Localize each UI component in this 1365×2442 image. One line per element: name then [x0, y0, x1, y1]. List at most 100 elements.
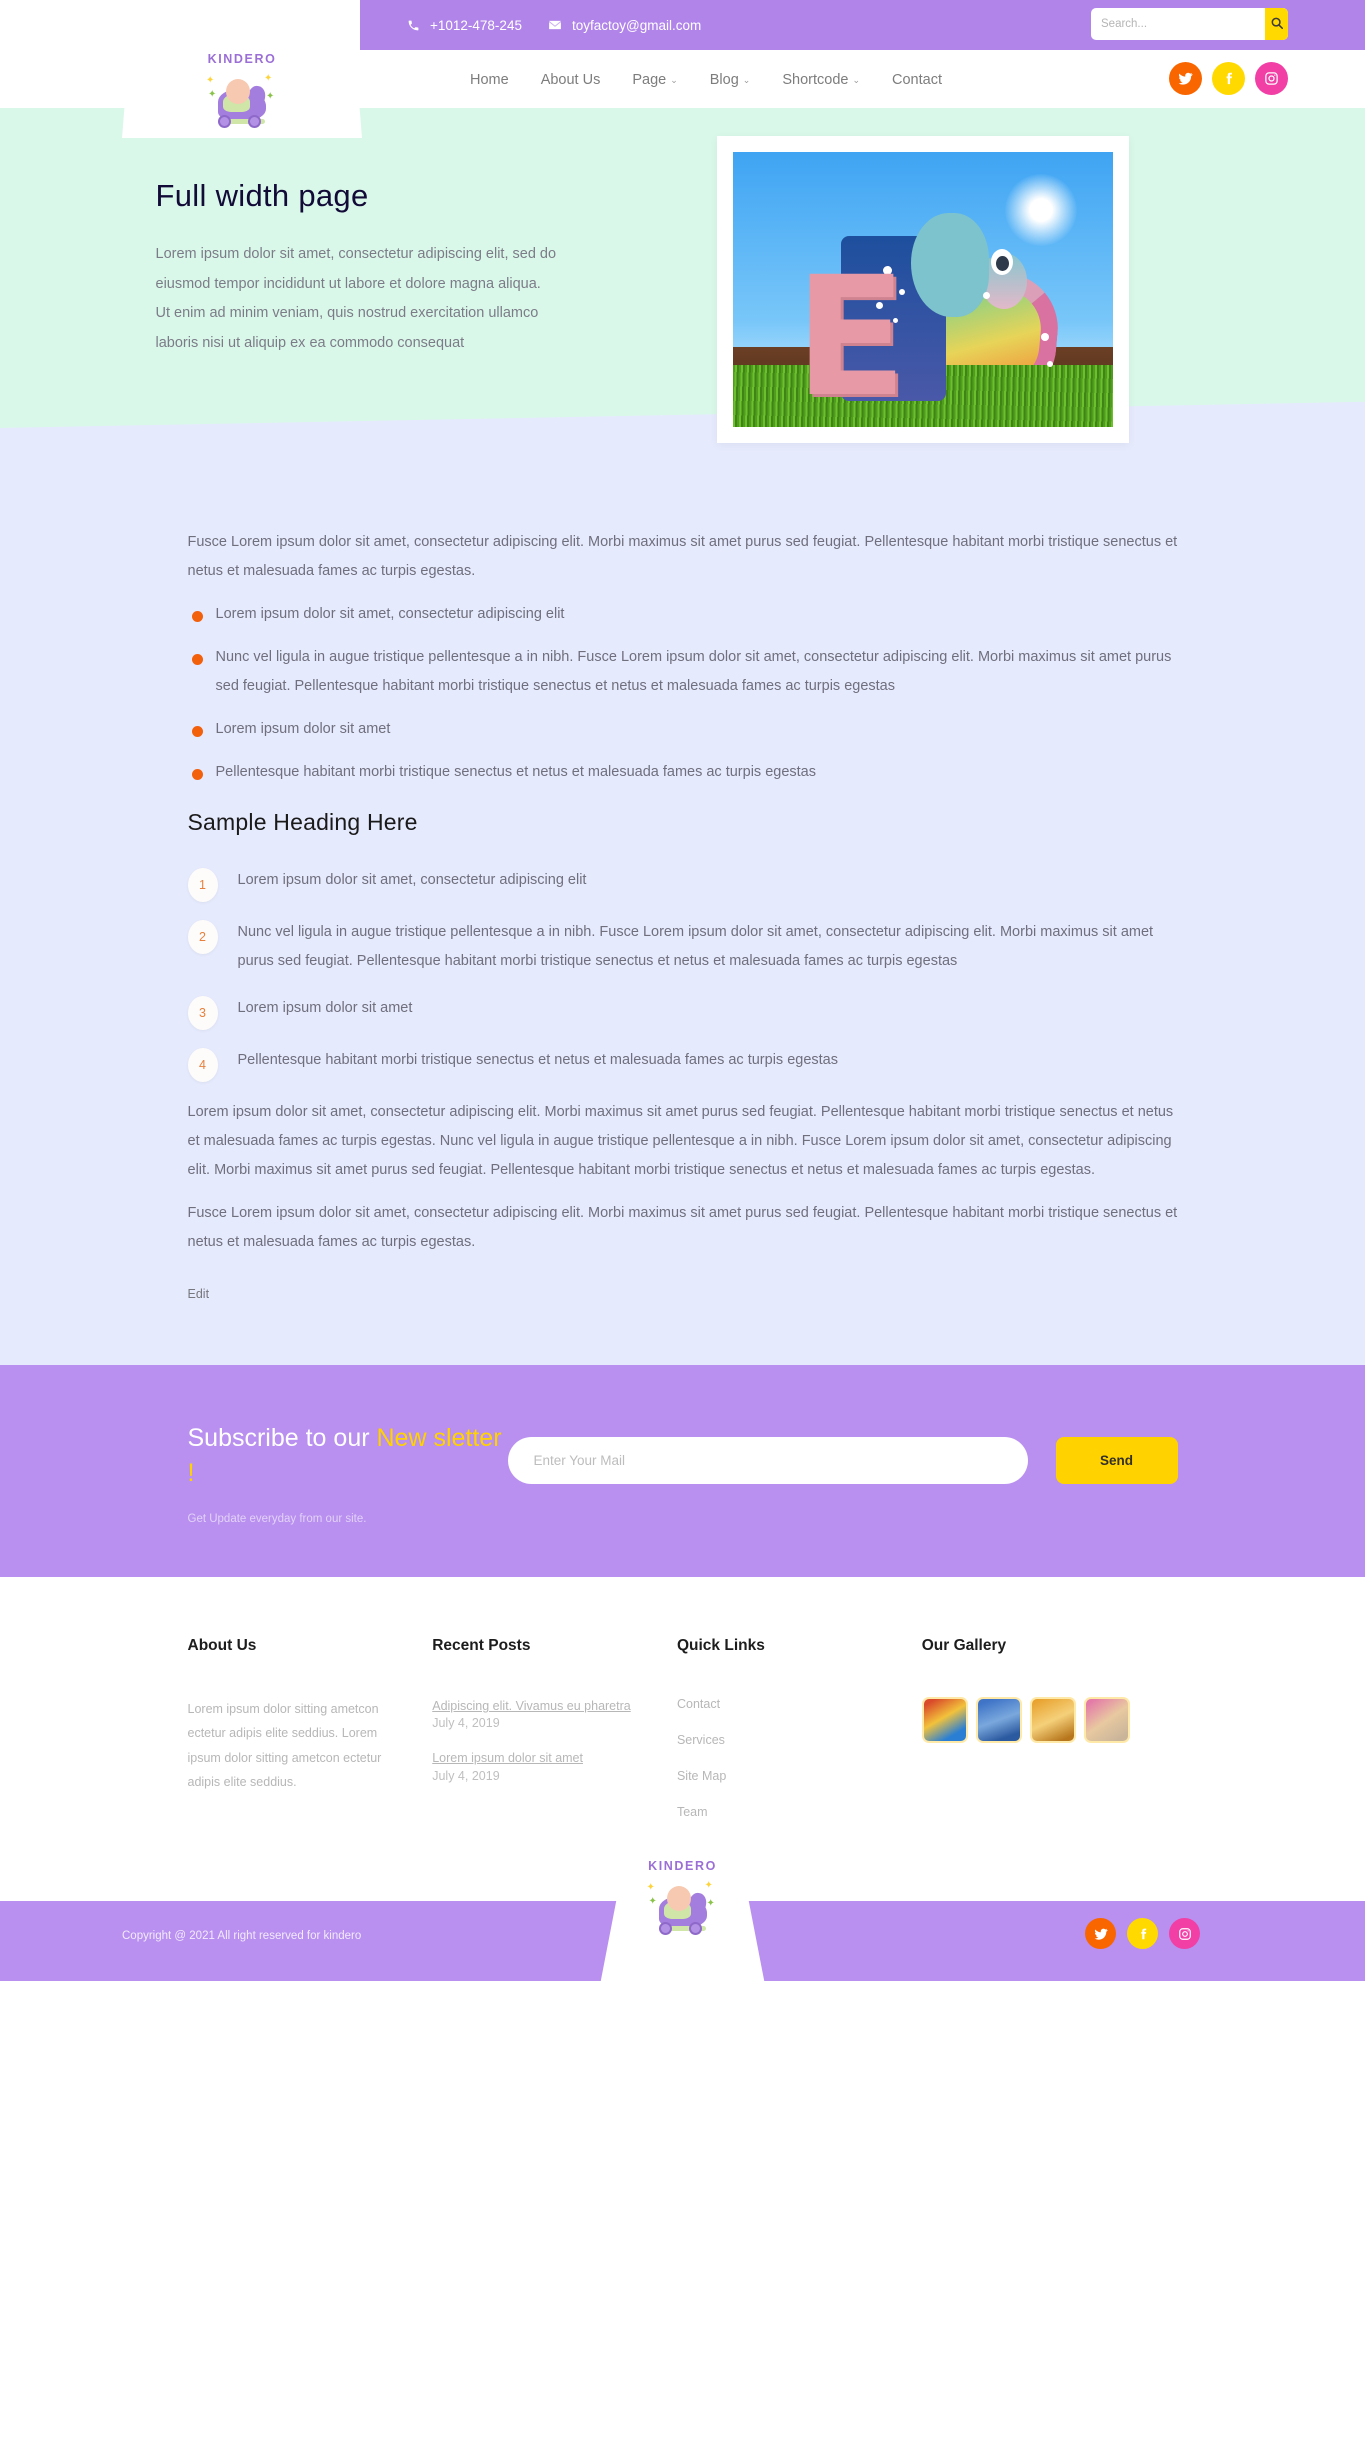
- list-item-text: Lorem ipsum dolor sit amet: [237, 1000, 413, 1016]
- quick-link-services[interactable]: Services: [677, 1733, 898, 1747]
- facebook-link[interactable]: [1127, 1918, 1158, 1949]
- recent-post-date: July 4, 2019: [432, 1716, 500, 1731]
- gallery-grid: [921, 1697, 1154, 1743]
- hero-image-frame: E: [716, 136, 1129, 443]
- recent-post-date: July 4, 2019: [432, 1768, 500, 1783]
- list-item: Lorem ipsum dolor sit amet, consectetur …: [188, 600, 1178, 629]
- star-icon: ✦: [208, 89, 217, 100]
- brand-name: KINDERO: [207, 52, 277, 66]
- star-icon: ✦: [706, 1898, 715, 1909]
- quick-link-contact[interactable]: Contact: [677, 1697, 898, 1711]
- edit-link[interactable]: Edit: [188, 1287, 210, 1301]
- hero-text-block: Full width page Lorem ipsum dolor sit am…: [78, 108, 558, 443]
- newsletter-subtitle: Get Update everyday from our site.: [187, 1513, 367, 1525]
- nav-item-blog[interactable]: Blog ⌄: [710, 72, 751, 88]
- footer-social-links: [1085, 1918, 1200, 1949]
- quick-link-team[interactable]: Team: [677, 1805, 898, 1819]
- newsletter-title-part1: Subscribe to our: [187, 1424, 377, 1452]
- list-item-text: Nunc vel ligula in augue tristique pelle…: [237, 924, 1154, 969]
- nav-item-page[interactable]: Page ⌄: [632, 72, 677, 88]
- content-container: Fusce Lorem ipsum dolor sit amet, consec…: [78, 528, 1288, 1303]
- facebook-link[interactable]: [1212, 62, 1245, 95]
- copyright-text: Copyright @ 2021 All right reserved for …: [122, 1930, 362, 1942]
- newsletter-inner: Subscribe to our New sletter ! Get Updat…: [78, 1415, 1288, 1525]
- star-icon: ✦: [266, 91, 275, 102]
- phone-contact[interactable]: +1012-478-245: [406, 18, 522, 33]
- footer-column-about: About Us Lorem ipsum dolor sitting ametc…: [188, 1637, 433, 1841]
- nav-item-about-us[interactable]: About Us: [541, 72, 601, 88]
- star-icon: ✦: [264, 73, 273, 84]
- instagram-link[interactable]: [1255, 62, 1288, 95]
- newsletter-text-block: Subscribe to our New sletter ! Get Updat…: [188, 1415, 508, 1525]
- list-item-text: Lorem ipsum dolor sit amet, consectetur …: [237, 872, 587, 888]
- search-button[interactable]: [1265, 8, 1288, 40]
- twitter-link[interactable]: [1169, 62, 1202, 95]
- sun-icon: [1004, 174, 1077, 246]
- body-paragraph-2: Fusce Lorem ipsum dolor sit amet, consec…: [187, 1205, 1178, 1250]
- hero-section: Full width page Lorem ipsum dolor sit am…: [0, 108, 1365, 468]
- nav-item-contact[interactable]: Contact: [892, 72, 942, 88]
- body-paragraph-1: Lorem ipsum dolor sit amet, consectetur …: [187, 1104, 1174, 1178]
- star-icon: ✦: [704, 1880, 713, 1891]
- newsletter-form: Send: [507, 1415, 1178, 1484]
- site-footer: About Us Lorem ipsum dolor sitting ametc…: [0, 1577, 1365, 2003]
- logo-inner: KINDERO ✦ ✦ ✦ ✦: [122, 52, 362, 128]
- chevron-down-icon: ⌄: [670, 74, 678, 85]
- footer-heading-quick-links: Quick Links: [676, 1637, 765, 1654]
- instagram-icon: [1178, 1927, 1192, 1941]
- list-number-badge: 3: [187, 996, 218, 1030]
- footer-bottom-region: Copyright @ 2021 All right reserved for …: [0, 1843, 1365, 2003]
- facebook-icon: [1221, 71, 1236, 86]
- envelope-icon: [548, 18, 563, 33]
- chevron-down-icon: ⌄: [852, 74, 860, 85]
- hero-image-block: E: [558, 108, 1288, 443]
- star-icon: ✦: [648, 1896, 657, 1907]
- nav-label: Home: [470, 72, 509, 88]
- hero-description: Lorem ipsum dolor sit amet, consectetur …: [155, 246, 557, 352]
- recent-post-link[interactable]: Adipiscing elit. Vivamus eu pharetra: [432, 1699, 631, 1713]
- page-title: Full width page: [155, 178, 369, 213]
- site-logo[interactable]: KINDERO ✦ ✦ ✦ ✦: [122, 48, 362, 138]
- intro-paragraph: Fusce Lorem ipsum dolor sit amet, consec…: [187, 534, 1178, 579]
- list-number-badge: 1: [187, 868, 218, 902]
- recent-post-link[interactable]: Lorem ipsum dolor sit amet: [432, 1751, 583, 1765]
- gallery-thumbnail[interactable]: [1083, 1697, 1130, 1743]
- header-social-links: [1169, 62, 1288, 95]
- instagram-icon: [1264, 71, 1279, 86]
- newsletter-email-input[interactable]: [507, 1437, 1028, 1484]
- baby-on-rocking-horse-logo: ✦ ✦ ✦ ✦: [204, 66, 280, 128]
- list-item: 2 Nunc vel ligula in augue tristique pel…: [187, 918, 1178, 976]
- gallery-thumbnail[interactable]: [975, 1697, 1022, 1743]
- footer-heading-about: About Us: [187, 1637, 257, 1654]
- search-box[interactable]: [1091, 8, 1288, 40]
- search-input[interactable]: [1091, 8, 1265, 40]
- brand-name: KINDERO: [648, 1859, 717, 1873]
- footer-heading-gallery: Our Gallery: [921, 1637, 1007, 1654]
- list-item: Pellentesque habitant morbi tristique se…: [188, 758, 1178, 787]
- nav-item-shortcode[interactable]: Shortcode ⌄: [782, 72, 860, 88]
- nav-item-home[interactable]: Home: [470, 72, 509, 88]
- list-number-badge: 4: [187, 1048, 218, 1082]
- hero-image: E: [732, 152, 1113, 427]
- twitter-link[interactable]: [1085, 1918, 1116, 1949]
- baby-on-rocking-horse-logo: ✦ ✦ ✦ ✦: [645, 1873, 721, 1935]
- gallery-thumbnail[interactable]: [921, 1697, 968, 1743]
- email-contact[interactable]: toyfactoy@gmail.com: [548, 18, 701, 33]
- footer-column-quick-links: Quick Links Contact Services Site Map Te…: [677, 1637, 922, 1841]
- nav-label: Contact: [892, 72, 942, 88]
- facebook-icon: [1136, 1927, 1150, 1941]
- phone-icon: [406, 18, 421, 33]
- list-item: 4 Pellentesque habitant morbi tristique …: [187, 1046, 1178, 1082]
- nav-label: Page: [632, 72, 667, 88]
- gallery-thumbnail[interactable]: [1029, 1697, 1076, 1743]
- footer-logo[interactable]: KINDERO ✦ ✦ ✦ ✦: [596, 1843, 769, 2003]
- newsletter-send-button[interactable]: Send: [1055, 1437, 1178, 1484]
- footer-columns: About Us Lorem ipsum dolor sitting ametc…: [78, 1637, 1288, 1841]
- search-icon: [1270, 16, 1284, 33]
- instagram-link[interactable]: [1169, 1918, 1200, 1949]
- quick-link-site-map[interactable]: Site Map: [677, 1769, 898, 1783]
- list-item-text: Pellentesque habitant morbi tristique se…: [237, 1052, 838, 1068]
- contact-topbar: +1012-478-245 toyfactoy@gmail.com: [360, 0, 1365, 50]
- bullet-list: Lorem ipsum dolor sit amet, consectetur …: [188, 600, 1178, 787]
- section-heading: Sample Heading Here: [187, 809, 418, 835]
